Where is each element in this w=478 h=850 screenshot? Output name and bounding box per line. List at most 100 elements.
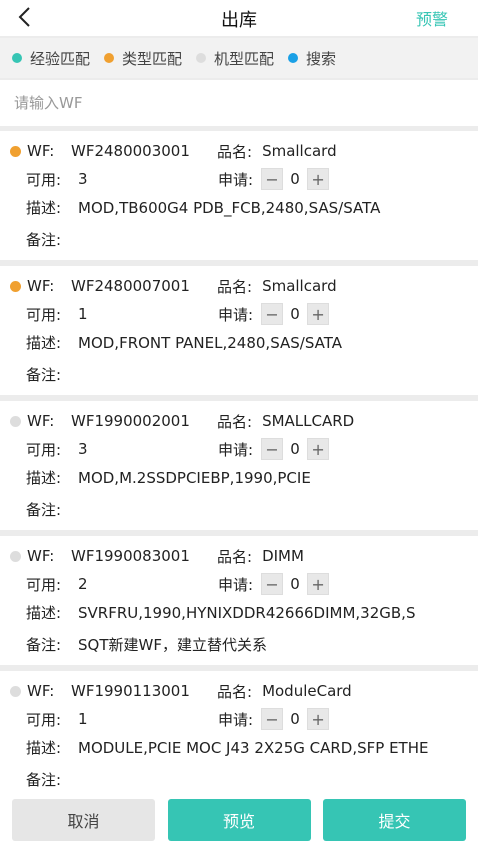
wf-value: WF2480007001 xyxy=(71,277,190,295)
desc-value: MOD,M.2SSDPCIEBP,1990,PCIE xyxy=(78,469,311,487)
search-dot-icon xyxy=(288,53,299,63)
minus-button[interactable]: − xyxy=(261,573,284,595)
list-item: WF: WF2480003001 品名: Smallcard 可用: 3 申请:… xyxy=(0,131,478,260)
plus-button[interactable]: + xyxy=(307,573,330,595)
quantity-stepper: − 0 + xyxy=(261,573,330,595)
minus-button[interactable]: − xyxy=(261,708,284,730)
legend-item-experience: 经验匹配 xyxy=(12,48,90,69)
plus-button[interactable]: + xyxy=(307,168,330,190)
quantity-value[interactable]: 0 xyxy=(283,170,307,188)
note-label: 备注: xyxy=(26,771,62,789)
note-label: 备注: xyxy=(26,501,62,519)
available-label: 可用: xyxy=(26,440,62,459)
desc-value: MOD,TB600G4 PDB_FCB,2480,SAS/SATA xyxy=(78,199,381,217)
legend-label: 搜索 xyxy=(306,49,337,68)
list-item: WF: WF1990113001 品名: ModuleCard 可用: 1 申请… xyxy=(0,671,478,800)
available-value: 1 xyxy=(78,305,88,323)
available-label: 可用: xyxy=(26,170,62,189)
warning-link[interactable]: 预警 xyxy=(416,6,448,30)
wf-label: WF: xyxy=(27,547,55,565)
wf-label: WF: xyxy=(27,142,55,160)
name-value: ModuleCard xyxy=(262,682,352,700)
preview-button[interactable]: 预览 xyxy=(167,799,311,841)
apply-label: 申请: xyxy=(218,710,254,729)
desc-value: MODULE,PCIE MOC J43 2X25G CARD,SFP ETHE xyxy=(78,739,429,757)
legend-item-model: 机型匹配 xyxy=(196,48,274,69)
match-dot-icon xyxy=(10,145,21,157)
legend-item-type: 类型匹配 xyxy=(104,48,182,69)
minus-button[interactable]: − xyxy=(261,168,284,190)
available-label: 可用: xyxy=(26,710,62,729)
legend-item-search: 搜索 xyxy=(288,48,336,69)
available-label: 可用: xyxy=(26,305,62,324)
quantity-stepper: − 0 + xyxy=(261,708,330,730)
legend-label: 类型匹配 xyxy=(122,49,183,68)
match-dot-icon xyxy=(10,280,21,292)
desc-label: 描述: xyxy=(26,739,62,757)
cancel-button[interactable]: 取消 xyxy=(12,799,155,841)
minus-button[interactable]: − xyxy=(261,438,284,460)
quantity-value[interactable]: 0 xyxy=(283,305,307,323)
apply-label: 申请: xyxy=(218,305,254,324)
name-label: 品名: xyxy=(217,412,253,431)
quantity-stepper: − 0 + xyxy=(261,303,330,325)
quantity-value[interactable]: 0 xyxy=(283,440,307,458)
name-label: 品名: xyxy=(217,547,253,566)
legend-label: 机型匹配 xyxy=(214,49,275,68)
legend-label: 经验匹配 xyxy=(30,49,91,68)
name-label: 品名: xyxy=(217,142,253,161)
desc-label: 描述: xyxy=(26,334,62,352)
wf-value: WF1990083001 xyxy=(71,547,190,565)
desc-label: 描述: xyxy=(26,199,62,217)
match-dot-icon xyxy=(10,685,21,697)
available-value: 2 xyxy=(78,575,88,593)
search-bar xyxy=(0,80,478,126)
name-value: Smallcard xyxy=(262,142,337,160)
experience-dot-icon xyxy=(12,53,22,63)
plus-button[interactable]: + xyxy=(307,303,330,325)
match-dot-icon xyxy=(10,415,21,427)
quantity-stepper: − 0 + xyxy=(261,438,330,460)
quantity-stepper: − 0 + xyxy=(261,168,330,190)
note-value: SQT新建WF，建立替代关系 xyxy=(78,636,267,654)
item-list: WF: WF2480003001 品名: Smallcard 可用: 3 申请:… xyxy=(0,131,478,806)
submit-button[interactable]: 提交 xyxy=(323,799,466,841)
list-item: WF: WF2480007001 品名: Smallcard 可用: 1 申请:… xyxy=(0,266,478,395)
note-label: 备注: xyxy=(26,231,62,249)
note-label: 备注: xyxy=(26,636,62,654)
available-value: 3 xyxy=(78,440,88,458)
name-label: 品名: xyxy=(217,277,253,296)
plus-button[interactable]: + xyxy=(307,438,330,460)
type-dot-icon xyxy=(104,53,115,63)
plus-button[interactable]: + xyxy=(307,708,330,730)
wf-search-input[interactable] xyxy=(0,80,478,126)
desc-label: 描述: xyxy=(26,469,62,487)
name-value: Smallcard xyxy=(262,277,337,295)
wf-label: WF: xyxy=(27,682,55,700)
wf-label: WF: xyxy=(27,277,55,295)
apply-label: 申请: xyxy=(218,575,254,594)
match-legend: 经验匹配 类型匹配 机型匹配 搜索 xyxy=(0,38,478,78)
quantity-value[interactable]: 0 xyxy=(283,575,307,593)
name-value: SMALLCARD xyxy=(262,412,355,430)
wf-value: WF2480003001 xyxy=(71,142,190,160)
wf-value: WF1990113001 xyxy=(71,682,190,700)
action-bar: 取消 预览 提交 xyxy=(0,790,478,850)
match-dot-icon xyxy=(10,550,21,562)
quantity-value[interactable]: 0 xyxy=(283,710,307,728)
desc-value: MOD,FRONT PANEL,2480,SAS/SATA xyxy=(78,334,342,352)
note-label: 备注: xyxy=(26,366,62,384)
wf-label: WF: xyxy=(27,412,55,430)
apply-label: 申请: xyxy=(218,170,254,189)
apply-label: 申请: xyxy=(218,440,254,459)
page-title: 出库 xyxy=(221,10,257,31)
available-value: 1 xyxy=(78,710,88,728)
minus-button[interactable]: − xyxy=(261,303,284,325)
name-value: DIMM xyxy=(262,547,304,565)
model-dot-icon xyxy=(196,53,207,63)
list-item: WF: WF1990083001 品名: DIMM 可用: 2 申请: − 0 … xyxy=(0,536,478,665)
desc-label: 描述: xyxy=(26,604,62,622)
app-header: 出库 预警 xyxy=(0,0,478,36)
list-item: WF: WF1990002001 品名: SMALLCARD 可用: 3 申请:… xyxy=(0,401,478,530)
available-label: 可用: xyxy=(26,575,62,594)
